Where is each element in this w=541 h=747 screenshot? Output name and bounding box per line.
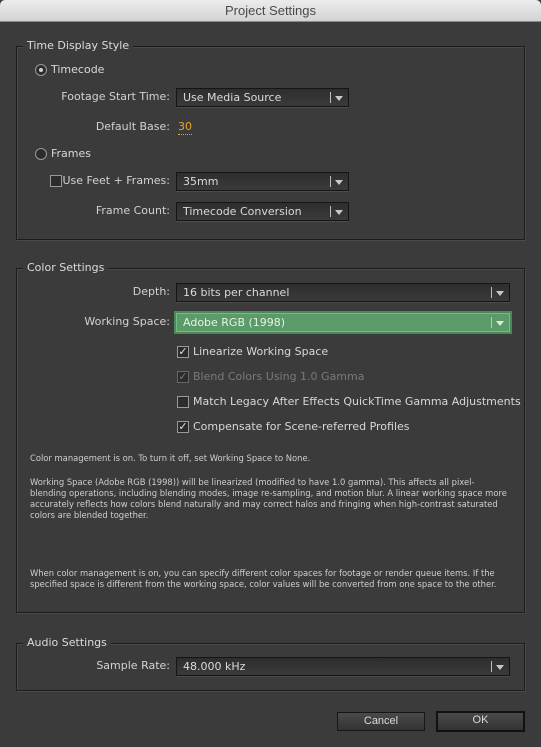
working-space-label: Working Space: [84,315,170,328]
chevron-down-icon [335,210,343,215]
depth-value: 16 bits per channel [183,286,290,299]
window-title: Project Settings [0,0,541,22]
working-space-dropdown[interactable]: Adobe RGB (1998) [176,313,510,332]
dropdown-separator [491,317,492,328]
feet-frames-label[interactable]: Use Feet + Frames: [62,172,170,190]
sample-rate-value: 48.000 kHz [183,660,246,673]
frames-radio[interactable] [35,148,47,160]
working-space-value: Adobe RGB (1998) [183,316,286,329]
blend-gamma-label: Blend Colors Using 1.0 Gamma [193,370,365,383]
feet-frames-value: 35mm [183,175,219,188]
match-legacy-checkbox[interactable] [177,396,189,408]
cancel-button[interactable]: Cancel [337,712,425,731]
dropdown-separator [330,176,331,187]
chevron-down-icon [496,291,504,296]
depth-dropdown[interactable]: 16 bits per channel [176,283,510,302]
linearize-label[interactable]: Linearize Working Space [193,345,328,359]
chevron-down-icon [335,180,343,185]
footage-start-dropdown[interactable]: Use Media Source [176,88,349,107]
default-base-value[interactable]: 30 [178,120,192,135]
footage-start-value: Use Media Source [183,91,282,104]
linearize-checkbox[interactable]: ✓ [177,346,189,358]
timecode-radio[interactable] [35,64,47,76]
default-base-label: Default Base: [95,120,170,133]
ok-button[interactable]: OK [436,711,525,732]
feet-frames-dropdown[interactable]: 35mm [176,172,349,191]
compensate-scene-label[interactable]: Compensate for Scene-referred Profiles [193,420,410,434]
color-settings-title: Color Settings [23,260,109,276]
dropdown-separator [491,287,492,298]
chevron-down-icon [335,96,343,101]
match-legacy-label[interactable]: Match Legacy After Effects QuickTime Gam… [193,395,521,409]
depth-label: Depth: [132,285,170,298]
sample-rate-dropdown[interactable]: 48.000 kHz [176,657,510,676]
audio-settings-title: Audio Settings [23,635,111,651]
frame-count-dropdown[interactable]: Timecode Conversion [176,202,349,221]
frame-count-label: Frame Count: [95,204,170,217]
chevron-down-icon [496,665,504,670]
frames-label[interactable]: Frames [51,147,91,161]
timecode-label[interactable]: Timecode [51,63,104,77]
feet-frames-checkbox[interactable] [50,175,62,187]
sample-rate-label: Sample Rate: [96,659,170,672]
dropdown-separator [330,92,331,103]
color-info-status: Color management is on. To turn it off, … [30,453,311,463]
color-info-management: When color management is on, you can spe… [30,568,497,589]
chevron-down-icon [496,321,504,326]
blend-gamma-checkbox: ✓ [177,370,189,383]
time-display-title: Time Display Style [23,38,134,54]
frame-count-value: Timecode Conversion [183,205,302,218]
color-info-linearize: Working Space (Adobe RGB (1998)) will be… [30,477,507,520]
dropdown-separator [491,661,492,672]
compensate-scene-checkbox[interactable]: ✓ [177,421,189,433]
footage-start-label: Footage Start Time: [61,90,170,103]
dropdown-separator [330,206,331,217]
